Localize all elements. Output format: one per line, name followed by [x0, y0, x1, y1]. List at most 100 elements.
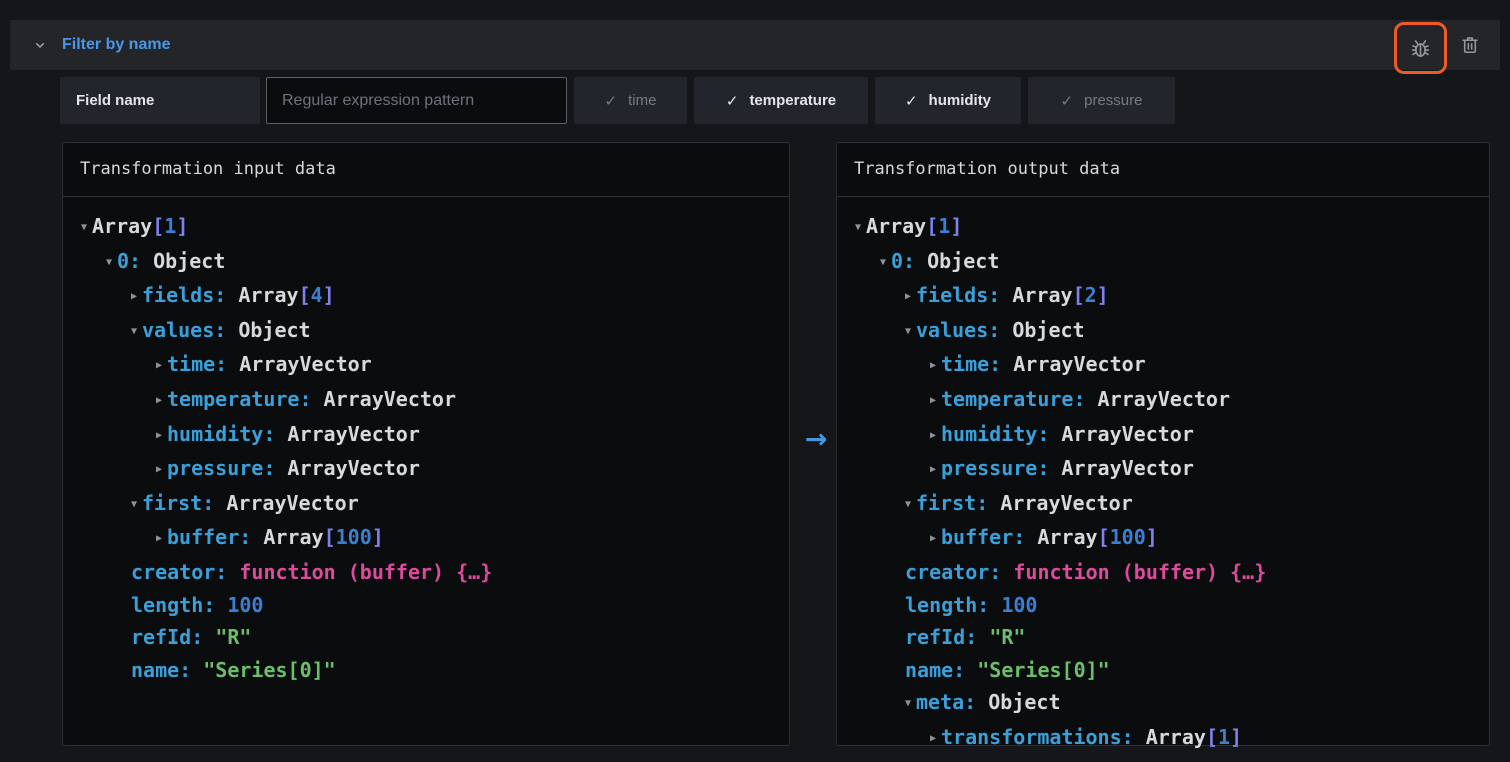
json-token-key: time — [167, 352, 215, 376]
json-token-fn: function (buffer) {…} — [239, 560, 492, 584]
check-icon: ✓ — [905, 92, 918, 110]
field-toggle-time[interactable]: ✓ time — [574, 77, 687, 124]
input-data-panel: Transformation input data ▼Array[1]▼0: O… — [62, 142, 790, 746]
json-token-key: length — [131, 593, 203, 617]
json-token-num: 1 — [164, 214, 176, 238]
json-token-ctor: ArrayVector — [1061, 456, 1193, 480]
json-token-colon: : — [215, 352, 239, 376]
json-token-ctor: ArrayVector — [324, 387, 456, 411]
collapse-toggler-icon[interactable]: ▼ — [905, 316, 916, 349]
json-token-bracket: [ — [1206, 725, 1218, 749]
expand-toggler-icon[interactable]: ▶ — [156, 454, 167, 487]
json-token-bracket: ] — [950, 214, 962, 238]
output-panel-title: Transformation output data — [837, 143, 1489, 197]
output-json-tree: ▼Array[1]▼0: Object▶fields: Array[2]▼val… — [837, 197, 1489, 756]
field-toggle-pressure[interactable]: ✓ pressure — [1028, 77, 1175, 124]
expand-toggler-icon[interactable]: ▶ — [930, 420, 941, 453]
json-token-bracket: ] — [1230, 725, 1242, 749]
json-token-colon: : — [263, 456, 287, 480]
json-token-colon: : — [1122, 725, 1146, 749]
expand-toggler-icon[interactable]: ▶ — [930, 454, 941, 487]
json-token-colon: : — [964, 690, 988, 714]
expand-toggler-icon[interactable]: ▶ — [930, 723, 941, 756]
collapse-toggler-icon[interactable]: ▼ — [905, 688, 916, 721]
tree-row: ▼values: Object — [63, 314, 789, 349]
json-token-ctor: Array — [238, 283, 298, 307]
json-token-key: first — [142, 491, 202, 515]
check-icon: ✓ — [726, 92, 739, 110]
json-token-num: 100 — [1110, 525, 1146, 549]
json-token-ctor: Object — [238, 318, 310, 342]
expand-toggler-icon[interactable]: ▶ — [156, 420, 167, 453]
json-token-bracket: ] — [323, 283, 335, 307]
json-token-ctor: ArrayVector — [226, 491, 358, 515]
json-token-key: length — [905, 593, 977, 617]
json-token-key: 0 — [891, 249, 903, 273]
tree-row: ▼0: Object — [63, 245, 789, 280]
debug-bug-button[interactable] — [1409, 37, 1432, 60]
collapse-toggler-icon[interactable]: ▼ — [905, 489, 916, 522]
json-token-key: temperature — [167, 387, 299, 411]
collapse-toggler-icon[interactable]: ▼ — [81, 212, 92, 245]
tree-row: ▼0: Object — [837, 245, 1489, 280]
expand-toggler-icon[interactable]: ▶ — [131, 281, 142, 314]
collapse-toggler-icon[interactable]: ▼ — [131, 489, 142, 522]
json-token-str: "Series[0]" — [203, 658, 335, 682]
tree-row: creator: function (buffer) {…} — [837, 556, 1489, 589]
expand-toggler-icon[interactable]: ▶ — [156, 350, 167, 383]
tree-row: ▶humidity: ArrayVector — [837, 418, 1489, 453]
transformation-name-title[interactable]: Filter by name — [62, 20, 170, 70]
json-token-bracket: [ — [324, 525, 336, 549]
field-name-label: Field name — [60, 77, 260, 124]
check-icon: ✓ — [1061, 92, 1074, 110]
tree-row: ▼Array[1] — [837, 210, 1489, 245]
field-name-label-text: Field name — [76, 92, 154, 109]
json-token-ctor: Object — [1012, 318, 1084, 342]
json-token-colon: : — [953, 658, 977, 682]
json-token-bracket: [ — [299, 283, 311, 307]
json-token-colon: : — [1013, 525, 1037, 549]
json-token-num: 4 — [311, 283, 323, 307]
collapse-toggler-icon[interactable]: ▼ — [106, 247, 117, 280]
expand-toggler-icon[interactable]: ▶ — [156, 523, 167, 556]
json-token-key: name — [131, 658, 179, 682]
json-token-ctor: Array — [1146, 725, 1206, 749]
field-toggle-humidity[interactable]: ✓ humidity — [875, 77, 1021, 124]
json-token-key: time — [941, 352, 989, 376]
collapse-toggler-icon[interactable]: ▼ — [131, 316, 142, 349]
json-token-str: "Series[0]" — [977, 658, 1109, 682]
delete-transformation-button[interactable] — [1448, 20, 1492, 70]
json-token-key: creator — [905, 560, 989, 584]
json-token-key: 0 — [117, 249, 129, 273]
expand-toggler-icon[interactable]: ▶ — [905, 281, 916, 314]
chevron-down-icon[interactable] — [26, 20, 54, 70]
json-token-key: humidity — [941, 422, 1037, 446]
json-token-bracket: [ — [152, 214, 164, 238]
expand-toggler-icon[interactable]: ▶ — [156, 385, 167, 418]
tree-row: ▼values: Object — [837, 314, 1489, 349]
json-token-key: meta — [916, 690, 964, 714]
json-token-num: 100 — [1001, 593, 1037, 617]
expand-toggler-icon[interactable]: ▶ — [930, 385, 941, 418]
regex-pattern-input[interactable] — [266, 77, 567, 124]
json-token-colon: : — [214, 318, 238, 342]
json-token-colon: : — [191, 625, 215, 649]
field-toggle-temperature[interactable]: ✓ temperature — [694, 77, 868, 124]
filter-by-name-header[interactable]: Filter by name — [10, 20, 1500, 70]
collapse-toggler-icon[interactable]: ▼ — [880, 247, 891, 280]
tree-row: refId: "R" — [837, 621, 1489, 654]
trash-icon — [1459, 34, 1481, 56]
json-token-colon: : — [977, 593, 1001, 617]
json-token-num: 100 — [227, 593, 263, 617]
json-token-bracket: [ — [1073, 283, 1085, 307]
transform-arrow-icon: → — [797, 420, 835, 458]
json-token-colon: : — [965, 625, 989, 649]
json-token-colon: : — [989, 560, 1013, 584]
input-panel-title: Transformation input data — [63, 143, 789, 197]
json-token-ctor: Object — [927, 249, 999, 273]
collapse-toggler-icon[interactable]: ▼ — [855, 212, 866, 245]
json-token-key: pressure — [941, 456, 1037, 480]
expand-toggler-icon[interactable]: ▶ — [930, 523, 941, 556]
expand-toggler-icon[interactable]: ▶ — [930, 350, 941, 383]
json-token-ctor: Array — [263, 525, 323, 549]
